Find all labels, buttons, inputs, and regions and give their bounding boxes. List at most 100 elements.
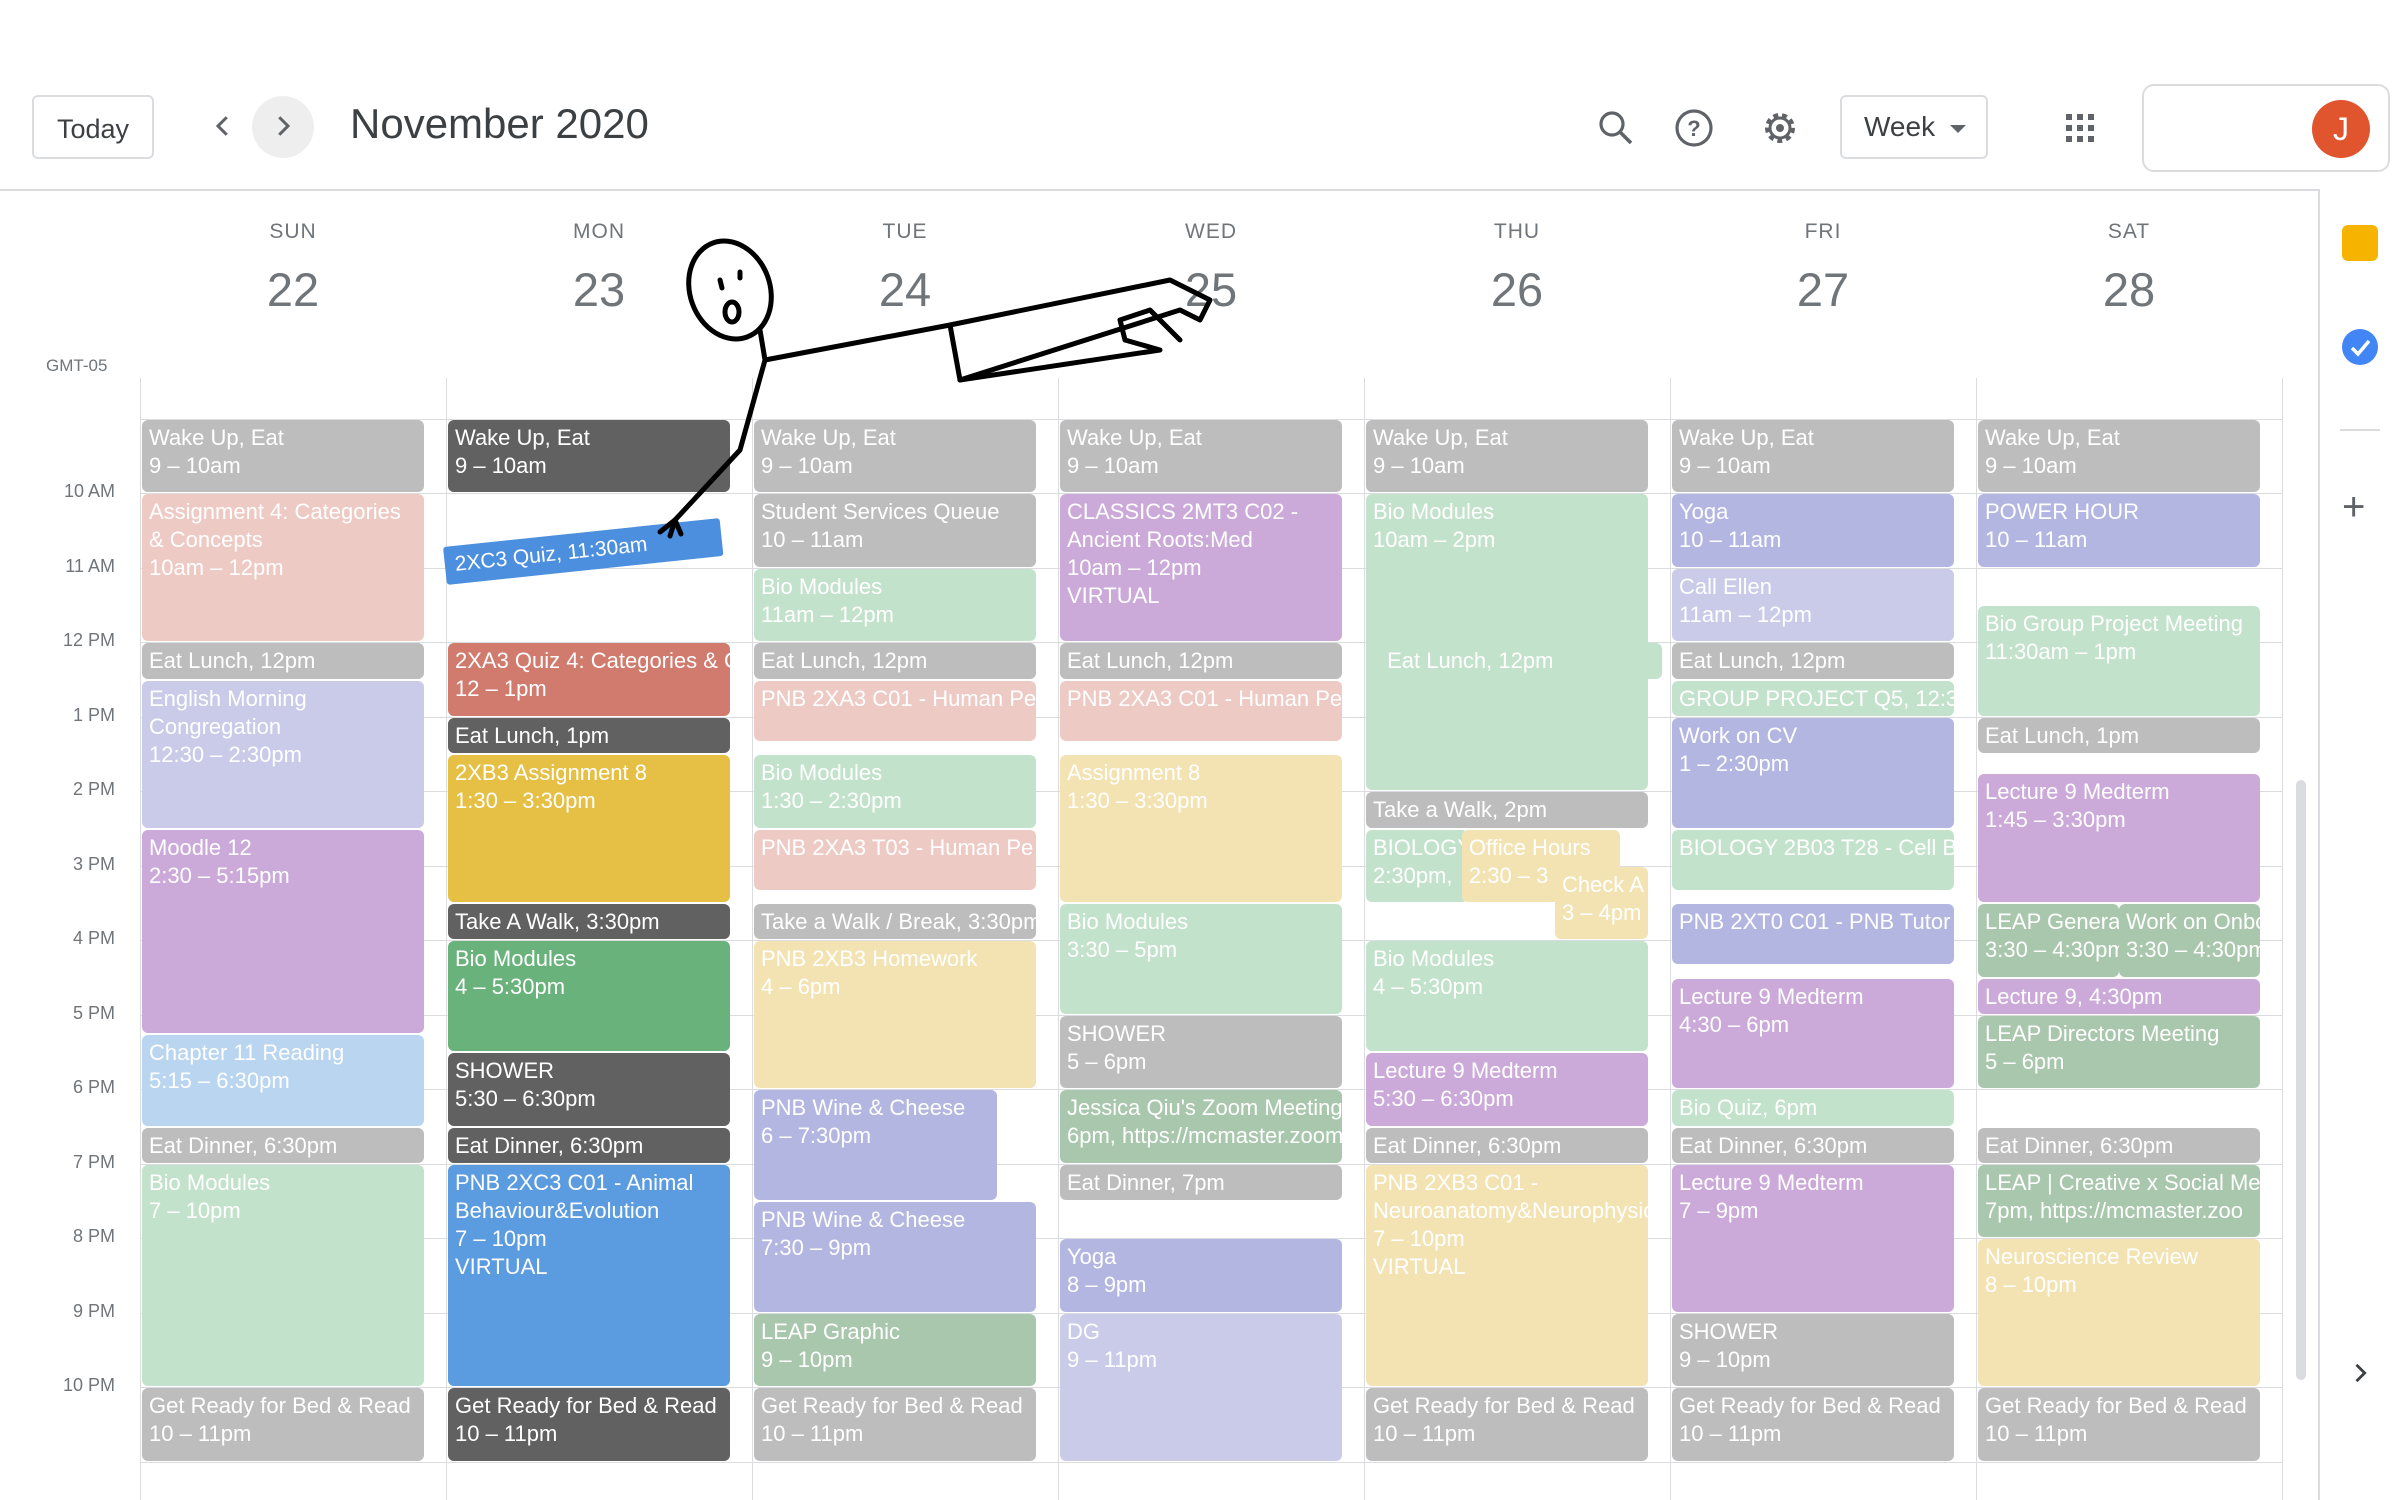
calendar-event[interactable]: SHOWER 5:30 – 6:30pm (448, 1053, 730, 1126)
today-button[interactable]: Today (32, 95, 154, 159)
calendar-event[interactable]: English Morning Congregation 12:30 – 2:30… (142, 680, 424, 828)
calendar-event[interactable]: Bio Modules 11am – 12pm (754, 568, 1036, 642)
calendar-event[interactable]: Take a Walk / Break, 3:30pm (754, 904, 1036, 940)
calendar-event[interactable]: Jessica Qiu's Zoom Meeting 6pm, https://m… (1060, 1090, 1342, 1163)
day-number[interactable]: 26 (1364, 262, 1670, 317)
calendar-event[interactable]: Eat Lunch, 12pm (1672, 643, 1954, 679)
calendar-event[interactable]: Take A Walk, 3:30pm (448, 904, 730, 940)
calendar-event[interactable]: Assignment 4: Categories & Concepts 10am … (142, 494, 424, 642)
day-header[interactable]: SAT 28 (1976, 220, 2282, 317)
calendar-event[interactable]: PNB 2XA3 T03 - Human Pe (754, 829, 1036, 890)
calendar-event[interactable]: PNB 2XT0 C01 - PNB Tutor (1672, 904, 1954, 965)
calendar-event[interactable]: Wake Up, Eat 9 – 10am (1366, 419, 1648, 493)
calendar-event[interactable]: POWER HOUR 10 – 11am (1978, 494, 2260, 567)
calendar-event[interactable]: Work on CV 1 – 2:30pm (1672, 717, 1954, 828)
calendar-event[interactable]: PNB 2XA3 C01 - Human Pe (754, 680, 1036, 741)
add-addon-icon[interactable]: + (2342, 487, 2365, 527)
settings-button[interactable] (1752, 100, 1808, 156)
calendar-event[interactable]: Bio Quiz, 6pm (1672, 1090, 1954, 1126)
calendar-event[interactable]: Eat Dinner, 6:30pm (142, 1127, 424, 1163)
calendar-event[interactable]: Get Ready for Bed & Read 10 – 11pm (142, 1388, 424, 1461)
calendar-event[interactable]: Eat Lunch, 1pm (448, 717, 730, 754)
calendar-event[interactable]: Work on Onbo 3:30 – 4:30pm (2119, 904, 2260, 977)
calendar-event[interactable]: 2XB3 Assignment 8 1:30 – 3:30pm (448, 755, 730, 903)
day-header[interactable]: TUE 24 (752, 220, 1058, 317)
calendar-event[interactable]: PNB 2XC3 C01 - Animal Behaviour&Evolutio… (448, 1164, 730, 1387)
view-selector[interactable]: Week (1840, 95, 1988, 159)
calendar-event[interactable]: SHOWER 9 – 10pm (1672, 1313, 1954, 1387)
calendar-event[interactable]: Get Ready for Bed & Read 10 – 11pm (1672, 1388, 1954, 1461)
next-week-button[interactable] (252, 96, 314, 158)
tasks-icon[interactable] (2342, 329, 2378, 365)
calendar-event[interactable]: Bio Modules 4 – 5:30pm (1366, 941, 1648, 1052)
calendar-event[interactable]: PNB 2XA3 C01 - Human Pe (1060, 680, 1342, 741)
calendar-event[interactable]: PNB Wine & Cheese 6 – 7:30pm (754, 1090, 997, 1201)
calendar-event[interactable]: CLASSICS 2MT3 C02 - Ancient Roots:Med 10a… (1060, 494, 1342, 642)
calendar-event[interactable]: 2XA3 Quiz 4: Categories & C 12 – 1pm (448, 643, 730, 716)
calendar-event[interactable]: Eat Dinner, 6:30pm (1366, 1127, 1648, 1163)
calendar-event[interactable]: Eat Dinner, 6:30pm (1672, 1127, 1954, 1163)
calendar-event[interactable]: LEAP | Creative x Social Me 7pm, https://… (1978, 1164, 2260, 1238)
calendar-event[interactable]: Bio Modules 1:30 – 2:30pm (754, 755, 1036, 828)
day-header[interactable]: SUN 22 (140, 220, 446, 317)
calendar-event[interactable]: Eat Dinner, 6:30pm (448, 1127, 730, 1163)
calendar-event[interactable]: SHOWER 5 – 6pm (1060, 1015, 1342, 1089)
calendar-event[interactable]: Bio Modules 4 – 5:30pm (448, 941, 730, 1052)
calendar-event[interactable]: Wake Up, Eat 9 – 10am (754, 419, 1036, 493)
calendar-event[interactable]: Eat Lunch, 12pm (142, 643, 424, 679)
help-button[interactable]: ? (1666, 100, 1722, 156)
day-number[interactable]: 23 (446, 262, 752, 317)
calendar-event[interactable]: LEAP Graphic 9 – 10pm (754, 1313, 1036, 1387)
calendar-event[interactable]: BIOLOGY 2B03 T28 - Cell B (1672, 829, 1954, 890)
day-number[interactable]: 24 (752, 262, 1058, 317)
calendar-event[interactable]: Lecture 9 Medterm 4:30 – 6pm (1672, 978, 1954, 1089)
calendar-event[interactable]: Get Ready for Bed & Read 10 – 11pm (448, 1388, 730, 1461)
day-header[interactable]: THU 26 (1364, 220, 1670, 317)
calendar-event[interactable]: Bio Modules 10am – 2pm (1366, 494, 1648, 791)
calendar-event[interactable]: PNB 2XB3 C01 - Neuroanatomy&Neurophysiol… (1366, 1164, 1648, 1387)
calendar-event[interactable]: Wake Up, Eat 9 – 10am (1672, 419, 1954, 493)
calendar-event[interactable]: PNB 2XB3 Homework 4 – 6pm (754, 941, 1036, 1089)
search-button[interactable] (1588, 100, 1644, 156)
day-header[interactable]: FRI 27 (1670, 220, 1976, 317)
calendar-event[interactable]: Eat Lunch, 12pm (1380, 643, 1663, 679)
calendar-event[interactable]: Neuroscience Review 8 – 10pm (1978, 1239, 2260, 1387)
day-header[interactable]: MON 23 (446, 220, 752, 317)
calendar-event[interactable]: GROUP PROJECT Q5, 12:30 (1672, 680, 1954, 716)
calendar-event[interactable]: Bio Group Project Meeting 11:30am – 1pm (1978, 606, 2260, 716)
calendar-event[interactable]: Eat Lunch, 12pm (754, 643, 1036, 679)
calendar-event[interactable]: Check A3 – 4pm (1554, 866, 1648, 940)
calendar-event[interactable]: LEAP Directors Meeting 5 – 6pm (1978, 1015, 2260, 1089)
calendar-event[interactable]: DG 9 – 11pm (1060, 1313, 1342, 1461)
day-number[interactable]: 27 (1670, 262, 1976, 317)
calendar-event[interactable]: Assignment 8 1:30 – 3:30pm (1060, 755, 1342, 903)
day-header[interactable]: WED 25 (1058, 220, 1364, 317)
calendar-event[interactable]: Eat Lunch, 12pm (1060, 643, 1342, 679)
calendar-event[interactable]: Student Services Queue 10 – 11am (754, 494, 1036, 567)
calendar-event[interactable]: Moodle 12 2:30 – 5:15pm (142, 829, 424, 1033)
day-number[interactable]: 25 (1058, 262, 1364, 317)
calendar-event[interactable]: Get Ready for Bed & Read 10 – 11pm (754, 1388, 1036, 1461)
calendar-event[interactable]: Call Ellen 11am – 12pm (1672, 568, 1954, 642)
previous-week-button[interactable] (192, 96, 254, 158)
scrollbar[interactable] (2296, 780, 2306, 1380)
calendar-event[interactable]: Chapter 11 Reading 5:15 – 6:30pm (142, 1034, 424, 1126)
calendar-event[interactable]: Lecture 9, 4:30pm (1978, 978, 2260, 1014)
calendar-event[interactable]: Wake Up, Eat 9 – 10am (448, 419, 730, 493)
calendar-event[interactable]: Yoga 8 – 9pm (1060, 1239, 1342, 1312)
apps-button[interactable] (2052, 100, 2108, 156)
calendar-event[interactable]: Lecture 9 Medterm 5:30 – 6:30pm (1366, 1053, 1648, 1126)
calendar-event[interactable]: Lecture 9 Medterm 7 – 9pm (1672, 1164, 1954, 1312)
calendar-event[interactable]: Lecture 9 Medterm 1:45 – 3:30pm (1978, 773, 2260, 903)
keep-icon[interactable] (2342, 225, 2378, 261)
calendar-event[interactable]: Bio Modules 7 – 10pm (142, 1164, 424, 1387)
calendar-event[interactable]: Eat Dinner, 7pm (1060, 1164, 1342, 1201)
calendar-event[interactable]: Get Ready for Bed & Read 10 – 11pm (1366, 1388, 1648, 1461)
calendar-event[interactable]: Wake Up, Eat 9 – 10am (1060, 419, 1342, 493)
day-number[interactable]: 22 (140, 262, 446, 317)
account-area[interactable]: J (2142, 84, 2390, 172)
calendar-event[interactable]: BIOLOGY 2:30pm, (1366, 829, 1468, 903)
calendar-event[interactable]: Yoga 10 – 11am (1672, 494, 1954, 567)
day-number[interactable]: 28 (1976, 262, 2282, 317)
expand-panel-button[interactable] (2346, 1359, 2374, 1392)
